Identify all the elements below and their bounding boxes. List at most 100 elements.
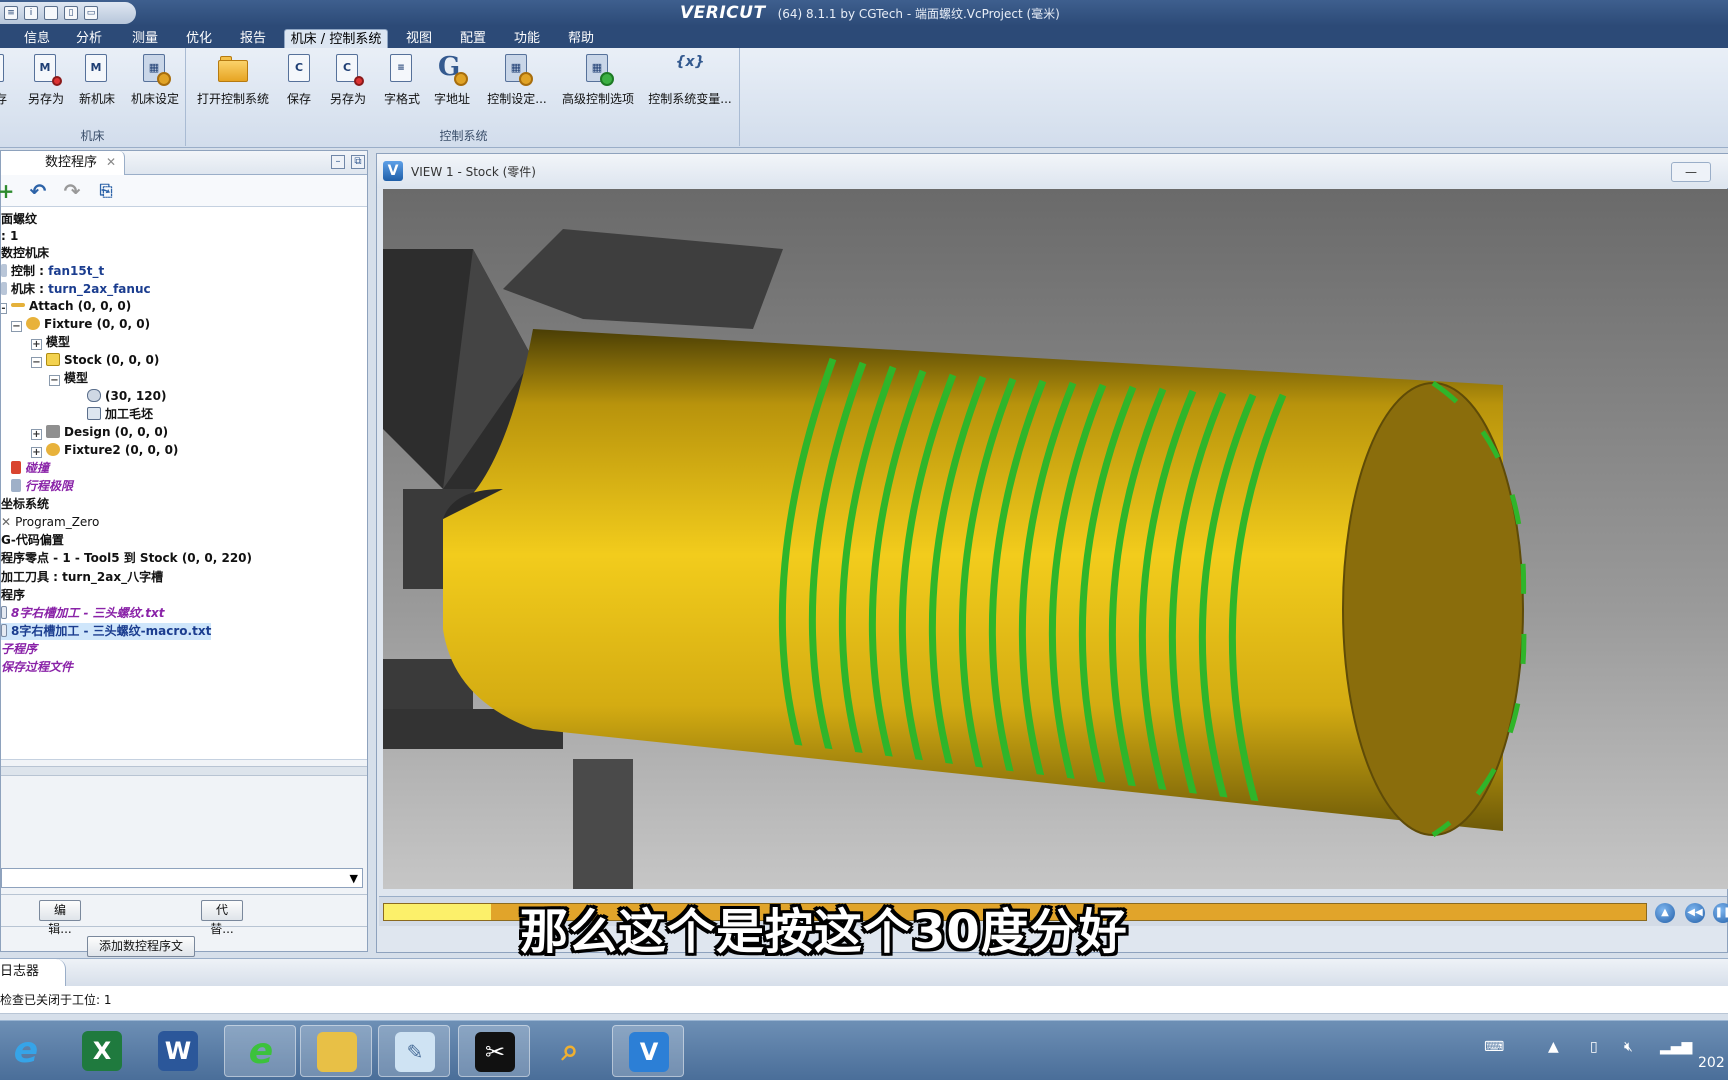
tree-node-fixture[interactable]: − Fixture (0, 0, 0): [11, 316, 150, 333]
split-view-icon[interactable]: ▯: [64, 6, 78, 20]
tree-node-gcode-offsets[interactable]: G-代码偏置: [1, 532, 64, 549]
float-panel-icon[interactable]: ⧉: [351, 155, 365, 169]
taskbar-vericut[interactable]: V: [612, 1025, 684, 1077]
tree-node-collision[interactable]: 碰撞: [11, 460, 49, 477]
tab-optimize[interactable]: 优化: [176, 29, 222, 48]
tab-functions[interactable]: 功能: [504, 29, 550, 48]
tree-node-control[interactable]: 控制 : fan15t_t: [1, 263, 104, 280]
tab-report[interactable]: 报告: [230, 29, 276, 48]
add-icon[interactable]: +: [0, 181, 17, 203]
machine-icon: [1, 282, 7, 295]
panel-bottom-area: ▼ 编辑... 代替... 添加数控程序文件: [1, 759, 367, 972]
taskbar-explorer[interactable]: [300, 1025, 372, 1077]
expand-icon[interactable]: +: [31, 447, 42, 458]
taskbar-magnifier[interactable]: ⌕: [534, 1025, 606, 1077]
save-control-button[interactable]: C 保存: [284, 52, 314, 107]
expand-icon[interactable]: +: [31, 429, 42, 440]
cylinder-icon: [87, 389, 101, 402]
advanced-control-button[interactable]: ▦ 高级控制选项: [560, 52, 636, 107]
tree-node-travel-limits[interactable]: 行程极限: [11, 478, 73, 495]
tree-node-attach[interactable]: - Attach (0, 0, 0): [1, 298, 131, 315]
tree-node-program-zero[interactable]: ✕ Program_Zero: [1, 514, 99, 531]
tree-node-cylinder[interactable]: (30, 120): [87, 388, 166, 405]
program-type-select[interactable]: ▼: [1, 868, 363, 888]
tree-node-program-file-1[interactable]: 8字右槽加工 - 三头螺纹.txt: [1, 605, 164, 622]
undo-icon[interactable]: ↶: [27, 181, 49, 203]
tree-node-stock[interactable]: − Stock (0, 0, 0): [31, 352, 159, 369]
taskbar-excel[interactable]: X: [66, 1025, 138, 1077]
expand-icon[interactable]: +: [31, 339, 42, 350]
clock[interactable]: 202: [1698, 1055, 1728, 1071]
open-control-button[interactable]: 打开控制系统: [196, 52, 270, 107]
tree-node-fixture2[interactable]: + Fixture2 (0, 0, 0): [31, 442, 178, 459]
taskbar-ie[interactable]: e: [0, 1025, 62, 1077]
taskbar-notepad[interactable]: ✎: [378, 1025, 450, 1077]
taskbar-capcut[interactable]: ✂: [458, 1025, 530, 1077]
save-machine-button[interactable]: M 存: [0, 52, 16, 107]
tab-analysis[interactable]: 分析: [66, 29, 112, 48]
tab-measure[interactable]: 测量: [122, 29, 168, 48]
tab-config[interactable]: 配置: [450, 29, 496, 48]
control-variables-button[interactable]: {x} 控制系统变量...: [648, 52, 732, 107]
tree-node-stock-model[interactable]: − 模型: [49, 370, 88, 387]
rewind-icon[interactable]: ◀◀: [1685, 903, 1705, 923]
new-machine-button[interactable]: M 新机床: [74, 52, 120, 107]
tree-node-programs[interactable]: 程序: [1, 587, 25, 604]
eject-icon[interactable]: ▲: [1655, 903, 1675, 923]
minimize-panel-icon[interactable]: –: [331, 155, 345, 169]
tab-view[interactable]: 视图: [396, 29, 442, 48]
taskbar-browser[interactable]: e: [224, 1025, 296, 1077]
tree-node-machine[interactable]: 机床 : turn_2ax_fanuc: [1, 281, 151, 298]
copy-paste-icon[interactable]: ⎘: [95, 181, 117, 203]
tab-info[interactable]: 信息: [14, 29, 60, 48]
single-view-icon[interactable]: [44, 6, 58, 20]
taskbar-word[interactable]: W: [142, 1025, 214, 1077]
info-icon[interactable]: i: [24, 6, 38, 20]
network-icon[interactable]: ▂▄▆: [1660, 1039, 1692, 1055]
add-nc-program-button[interactable]: 添加数控程序文件: [87, 936, 195, 972]
word-address-button[interactable]: G 字地址: [432, 52, 472, 107]
tree-node-project[interactable]: 面螺纹: [1, 211, 37, 228]
tree-node-cut-stock[interactable]: 加工毛坯: [87, 406, 153, 423]
tab-machine-control[interactable]: 机床 / 控制系统: [284, 29, 388, 48]
tree-node-coordinate-systems[interactable]: 坐标系统: [1, 496, 49, 513]
layout-view-icon[interactable]: ▭: [84, 6, 98, 20]
tree-node-program-zero-offset[interactable]: 程序零点 - 1 - Tool5 到 Stock (0, 0, 220): [1, 550, 252, 567]
tab-nc-program[interactable]: 数控程序 ✕: [1, 151, 125, 175]
tree-node-nc-machine[interactable]: 数控机床: [1, 245, 49, 262]
tree-node-subroutines[interactable]: 子程序: [1, 641, 37, 658]
tree-node-save-process-file[interactable]: 保存过程文件: [1, 659, 73, 676]
replace-button[interactable]: 代替...: [201, 900, 243, 936]
keyboard-icon[interactable]: ⌨: [1484, 1039, 1504, 1055]
tree-node-setup[interactable]: : 1: [1, 228, 18, 245]
app-menu-icon[interactable]: ≡: [4, 6, 18, 20]
close-tab-icon[interactable]: ✕: [106, 151, 116, 174]
tab-help[interactable]: 帮助: [558, 29, 604, 48]
redo-icon[interactable]: ↷: [61, 181, 83, 203]
machine-settings-button[interactable]: ▦ 机床设定: [128, 52, 182, 107]
volume-muted-icon[interactable]: 🔇︎: [1624, 1039, 1633, 1055]
3d-viewport[interactable]: [383, 189, 1728, 889]
collapse-icon[interactable]: −: [31, 357, 42, 368]
edit-button[interactable]: 编辑...: [39, 900, 81, 936]
minimize-view-icon[interactable]: —: [1671, 162, 1711, 182]
fixture-icon: [26, 317, 40, 330]
tree-node-tooling[interactable]: 加工刀具 : turn_2ax_八字槽: [1, 569, 163, 586]
collapse-icon[interactable]: −: [49, 375, 60, 386]
tree-node-program-file-2[interactable]: 8字右槽加工 - 三头螺纹-macro.txt: [1, 623, 212, 640]
save-control-as-button[interactable]: C 另存为: [326, 52, 370, 107]
horizontal-scrollbar[interactable]: [1, 766, 367, 776]
tree-node-fixture-model[interactable]: + 模型: [31, 334, 70, 351]
save-machine-as-button[interactable]: M 另存为: [24, 52, 68, 107]
control-settings-button[interactable]: ▦ 控制设定...: [486, 52, 548, 107]
show-hidden-icons-icon[interactable]: ▲: [1548, 1039, 1559, 1055]
word-format-button[interactable]: ≡ 字格式: [382, 52, 422, 107]
pause-icon[interactable]: ❚❚: [1713, 903, 1728, 923]
tree-node-design[interactable]: + Design (0, 0, 0): [31, 424, 168, 441]
windows-taskbar: e X W e ✎ ✂ ⌕ V ⌨ ▲ ▯ 🔇︎ ▂▄▆ 202: [0, 1020, 1728, 1080]
collapse-icon[interactable]: −: [11, 321, 22, 332]
tab-logger[interactable]: 日志器: [0, 959, 66, 987]
battery-icon[interactable]: ▯: [1590, 1039, 1598, 1055]
chevron-down-icon: ▼: [349, 872, 358, 885]
ribbon-tab-bar: 信息 分析 测量 优化 报告 机床 / 控制系统 视图 配置 功能 帮助: [0, 26, 1728, 48]
